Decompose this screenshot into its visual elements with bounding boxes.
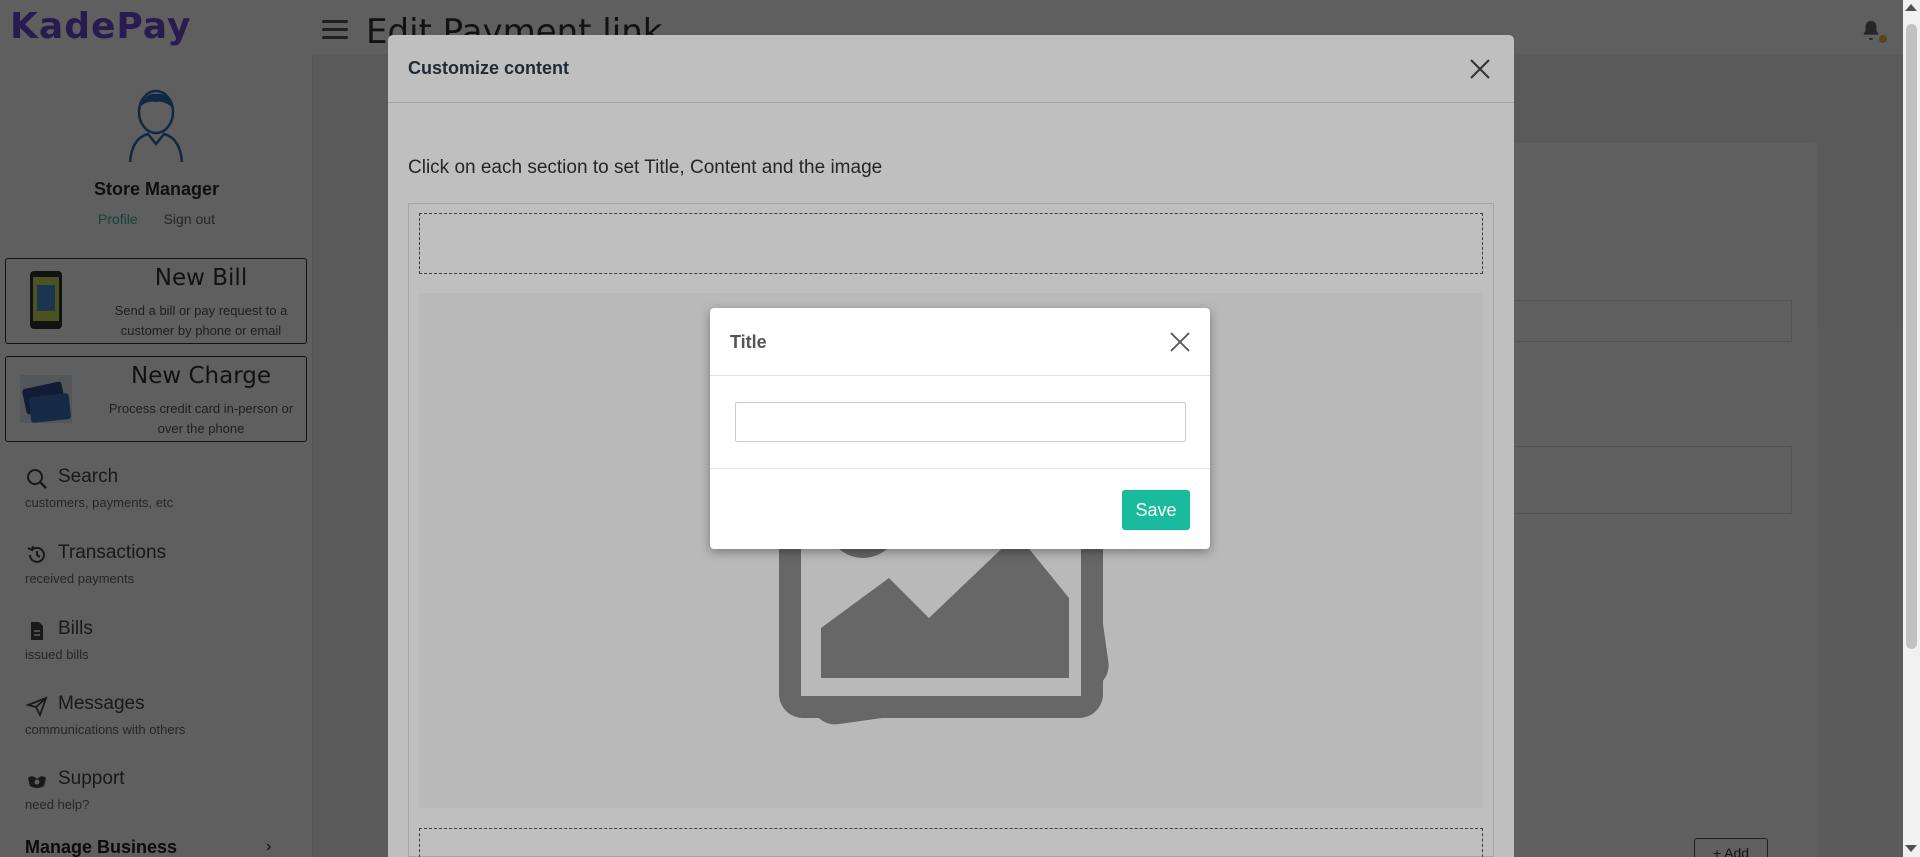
title-modal: Title Save [710,308,1210,549]
title-modal-heading: Title [730,332,767,352]
save-button[interactable]: Save [1122,490,1190,530]
close-icon[interactable] [1169,331,1191,353]
title-modal-header: Title [710,308,1210,376]
scrollbar-thumb[interactable] [1906,24,1917,649]
scroll-down-arrow-icon[interactable] [1905,845,1917,852]
scroll-up-arrow-icon[interactable] [1905,4,1917,11]
title-input[interactable] [735,402,1186,442]
